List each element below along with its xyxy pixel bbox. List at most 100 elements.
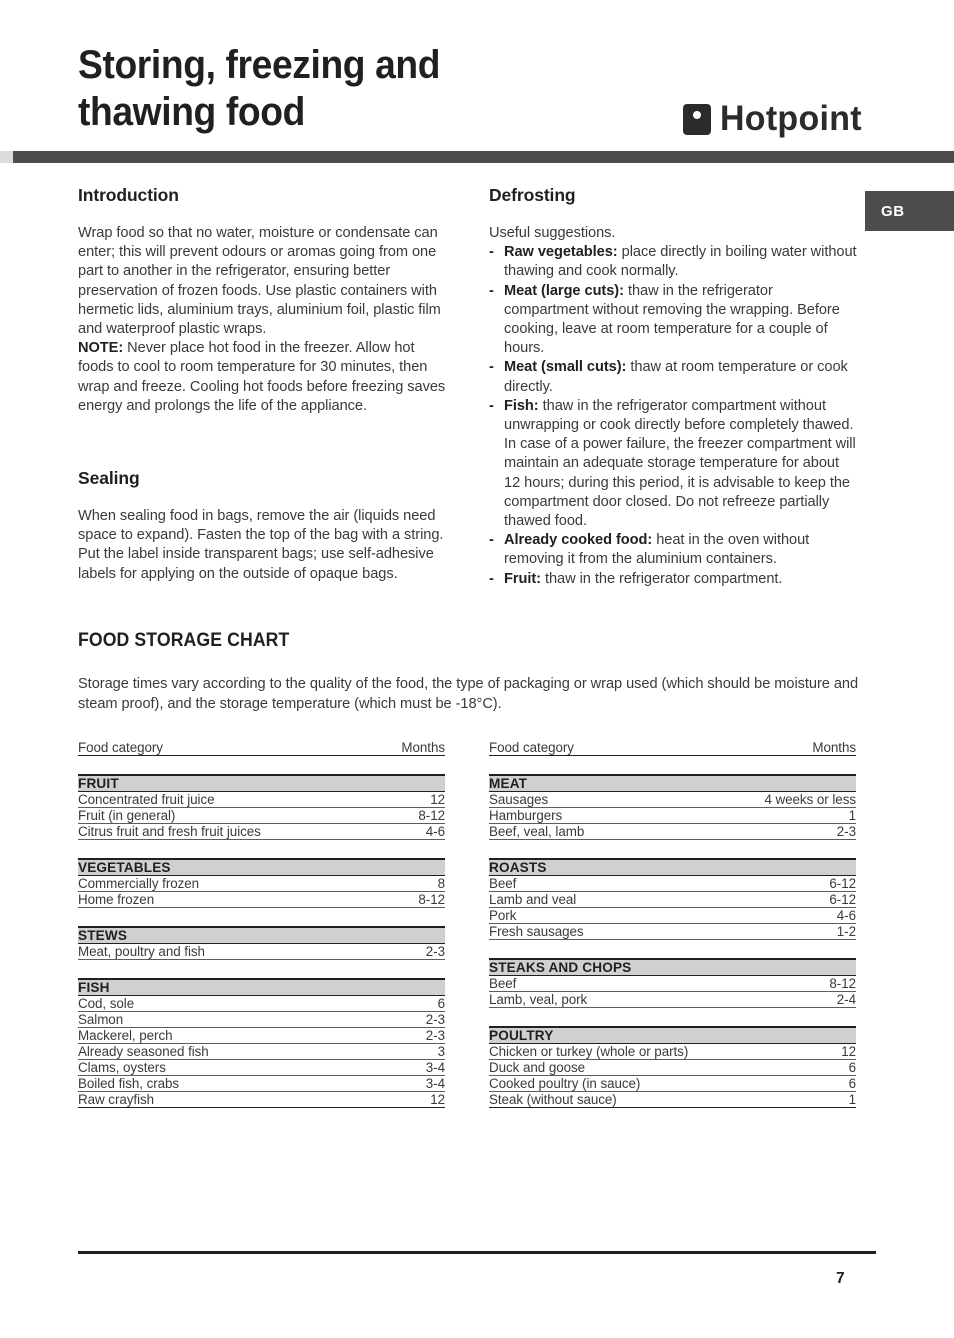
language-badge-gb: GB [865, 191, 954, 231]
table-category-label: STEAKS AND CHOPS [489, 958, 856, 976]
dash-bullet-icon: - [489, 532, 494, 549]
table-row: Sausages 4 weeks or less [489, 791, 856, 808]
table-cell-months: 2-3 [374, 943, 445, 960]
sealing-heading: Sealing [78, 468, 140, 489]
table-group-gap-cell [489, 756, 856, 776]
table-cell-months: 4 weeks or less [740, 791, 856, 808]
brand-logo: Hotpoint [682, 99, 866, 139]
table-cell-months: 12 [374, 1091, 445, 1108]
table-cell-months: 6-12 [740, 891, 856, 908]
storage-table-left: Food category Months FRUIT Concentrated fru… [78, 740, 445, 1108]
column-right: Defrosting Useful suggestions. - Raw vege… [489, 185, 857, 589]
table-cell-months: 2-3 [374, 1027, 445, 1044]
dash-bullet-icon: - [489, 570, 494, 587]
table-row: Chicken or turkey (whole or parts) 12 [489, 1043, 856, 1060]
list-item-label: Meat (large cuts): [504, 282, 624, 299]
table-group-gap [489, 940, 856, 960]
table-cell-item: Mackerel, perch [78, 1027, 375, 1044]
dash-bullet-icon: - [489, 397, 494, 414]
column-header-food-category: Food category [78, 740, 375, 756]
table-row: Cod, sole 6 [78, 995, 445, 1012]
page-title: Storing, freezing and thawing food [78, 43, 441, 134]
table-row: Citrus fruit and fresh fruit juices 4-6 [78, 823, 445, 840]
list-item-text: thaw in the refrigerator compartment. [540, 570, 783, 587]
table-cell-item: Fruit (in general) [78, 807, 375, 824]
table-cell-item: Steak (without sauce) [489, 1091, 741, 1108]
introduction-note-label: NOTE: [78, 340, 124, 357]
table-cell-months: 2-3 [374, 1011, 445, 1028]
introduction-body: Wrap food so that no water, moisture or … [78, 225, 441, 338]
list-item: - Fruit: thaw in the refrigerator compart… [489, 570, 857, 589]
table-row: Fresh sausages 1-2 [489, 923, 856, 940]
table-cell-months: 6 [374, 995, 445, 1012]
table-row: Concentrated fruit juice 12 [78, 791, 445, 808]
defrosting-heading: Defrosting [489, 185, 576, 205]
table-category-row: STEAKS AND CHOPS [489, 958, 856, 976]
table-cell-months: 1 [740, 807, 856, 824]
list-item: - Fish: thaw in the refrigerator compartm… [489, 397, 857, 531]
list-item-label: Raw vegetables: [504, 244, 618, 261]
table-cell-item: Chicken or turkey (whole or parts) [489, 1043, 741, 1060]
table-row: Home frozen 8-12 [78, 891, 445, 908]
table-cell-item: Sausages [489, 791, 741, 808]
table-column-header-row: Food category Months [489, 740, 856, 756]
table-cell-months: 6-12 [740, 875, 856, 892]
list-item-label: Meat (small cuts): [504, 359, 627, 376]
table-row: Commercially frozen 8 [78, 875, 445, 892]
table-cell-item: Meat, poultry and fish [78, 943, 375, 960]
table-cell-item: Commercially frozen [78, 875, 375, 892]
table-group-gap [489, 756, 856, 776]
defrosting-intro: Useful suggestions. [489, 225, 616, 241]
table-row: Steak (without sauce) 1 [489, 1091, 856, 1108]
table-row: Beef, veal, lamb 2-3 [489, 823, 856, 840]
column-left: Introduction Wrap food so that no water,… [78, 185, 446, 584]
dash-bullet-icon: - [489, 359, 494, 376]
table-row: Cooked poultry (in sauce) 6 [489, 1075, 856, 1092]
list-item: - Already cooked food: heat in the oven w… [489, 531, 857, 569]
introduction-note-text: Never place hot food in the freezer. All… [78, 340, 446, 414]
table-cell-item: Cooked poultry (in sauce) [489, 1075, 741, 1092]
table-cell-months: 3-4 [374, 1075, 445, 1092]
table-category-row: MEAT [489, 774, 856, 792]
table-cell-item: Citrus fruit and fresh fruit juices [78, 823, 375, 840]
table-cell-item: Hamburgers [489, 807, 741, 824]
dash-bullet-icon: - [489, 282, 494, 299]
table-cell-item: Beef [489, 875, 741, 892]
table-cell-item: Boiled fish, crabs [78, 1075, 375, 1092]
table-cell-months: 8-12 [740, 975, 856, 992]
food-storage-chart: FOOD STORAGE CHART Storage times vary ac… [78, 630, 878, 1108]
table-row: Raw crayfish 12 [78, 1091, 445, 1108]
table-row: Already seasoned fish 3 [78, 1043, 445, 1060]
table-cell-item: Cod, sole [78, 995, 375, 1012]
table-category-label: STEWS [78, 926, 445, 944]
table-category-label: POULTRY [489, 1026, 856, 1044]
table-group-gap [78, 840, 445, 860]
table-column-header-row: Food category Months [78, 740, 445, 756]
storage-table-right-wrap: Food category Months MEAT Sausages 4 weeks o… [489, 740, 856, 1108]
table-row: Clams, oysters 3-4 [78, 1059, 445, 1076]
table-cell-item: Lamb and veal [489, 891, 741, 908]
table-row: Lamb and veal 6-12 [489, 891, 856, 908]
table-cell-months: 12 [740, 1043, 856, 1060]
table-category-label: FRUIT [78, 774, 445, 792]
list-item: - Raw vegetables: place directly in boili… [489, 243, 857, 281]
page-footer: 7 [0, 1238, 954, 1338]
table-row: Lamb, veal, pork 2-4 [489, 991, 856, 1008]
storage-tables: Food category Months FRUIT Concentrated fru… [78, 740, 878, 1108]
table-category-label: MEAT [489, 774, 856, 792]
table-cell-item: Clams, oysters [78, 1059, 375, 1076]
table-category-row: FRUIT [78, 774, 445, 792]
table-cell-item: Concentrated fruit juice [78, 791, 375, 808]
table-group-gap [78, 908, 445, 928]
list-item: - Meat (large cuts): thaw in the refriger… [489, 282, 857, 359]
table-row: Salmon 2-3 [78, 1011, 445, 1028]
table-cell-months: 4-6 [740, 907, 856, 924]
table-cell-months: 3 [374, 1043, 445, 1060]
table-row: Hamburgers 1 [489, 807, 856, 824]
brand-name: Hotpoint [719, 99, 862, 138]
column-header-food-category: Food category [489, 740, 741, 756]
table-row: Fruit (in general) 8-12 [78, 807, 445, 824]
table-cell-item: Lamb, veal, pork [489, 991, 741, 1008]
hotpoint-square-dot-icon [682, 103, 711, 135]
